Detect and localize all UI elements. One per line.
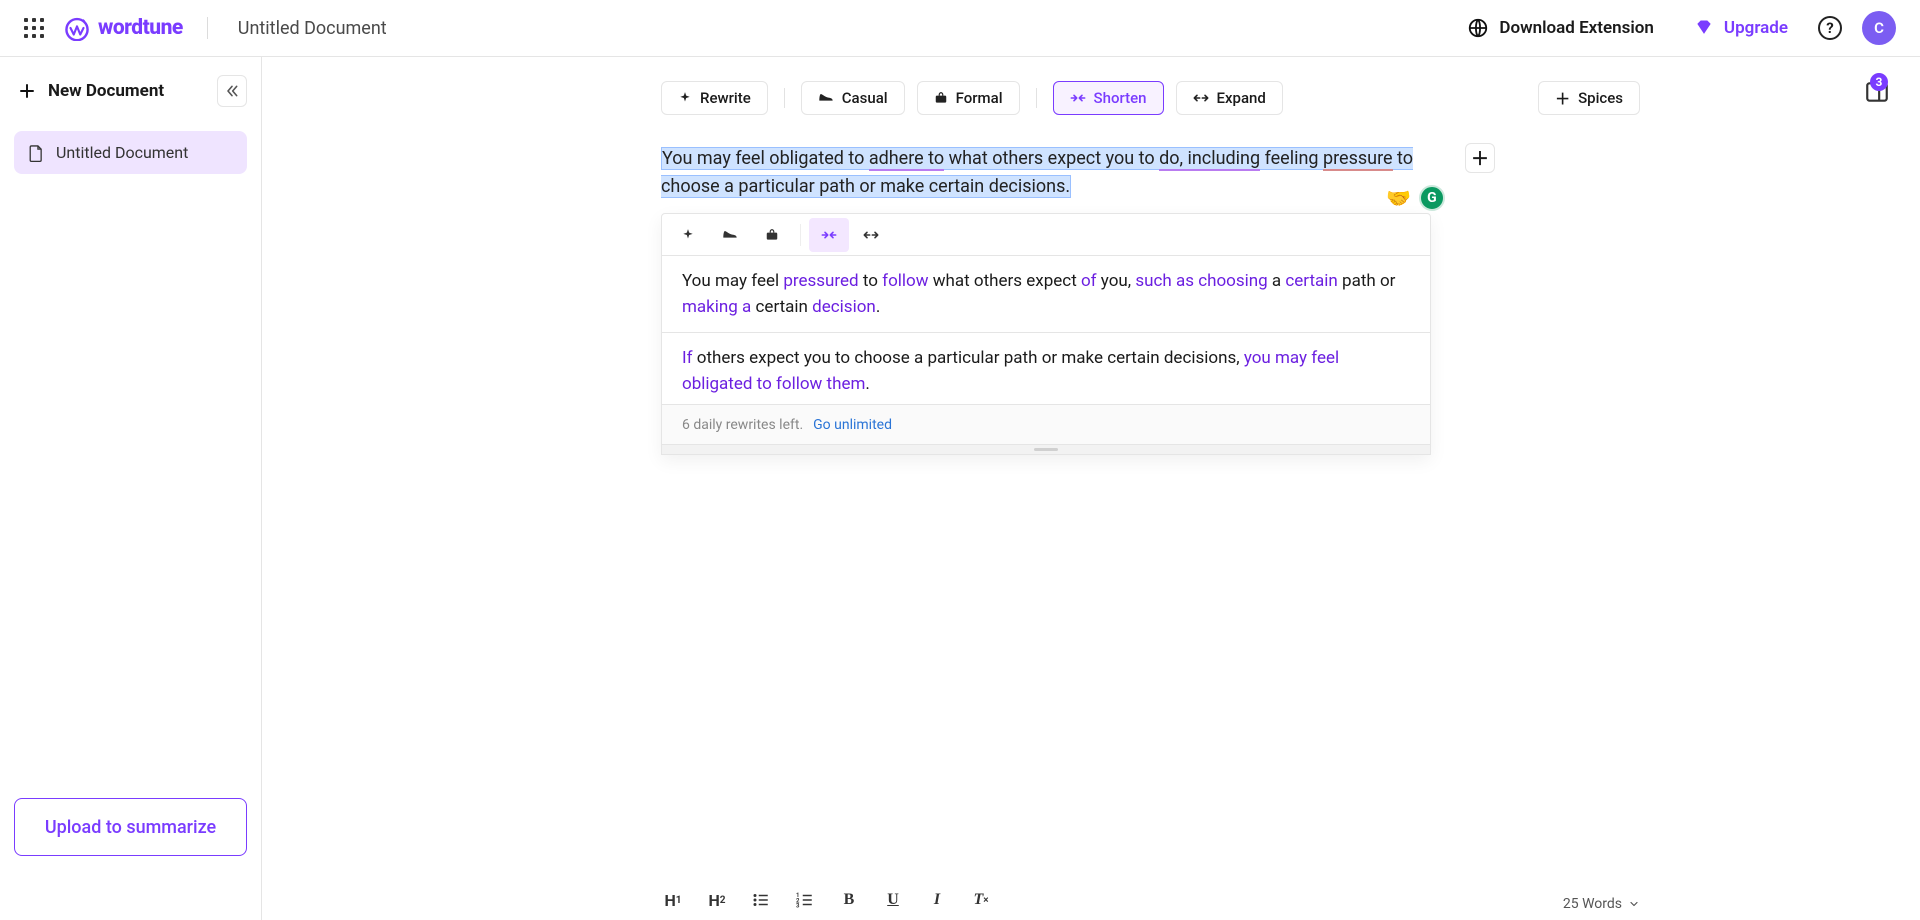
spices-button[interactable]: ＋ Spices <box>1538 81 1640 115</box>
diamond-icon <box>1694 18 1714 38</box>
help-button[interactable]: ? <box>1818 16 1842 40</box>
divider <box>784 88 785 108</box>
rewrite-toolbar: Rewrite Casual Formal Shorten Expand <box>661 81 1283 115</box>
sneaker-icon <box>722 229 738 241</box>
globe-icon <box>1467 17 1489 39</box>
panel-rewrite-button[interactable] <box>668 218 708 252</box>
new-document-button[interactable]: New Document <box>14 75 207 107</box>
add-block-button[interactable]: ＋ <box>1465 143 1495 173</box>
chevron-down-icon <box>1628 898 1640 910</box>
suggestions-panel: You may feel pressured to follow what ot… <box>661 213 1431 455</box>
shorten-icon <box>1070 92 1086 104</box>
document-icon <box>28 144 44 162</box>
shorten-icon <box>821 229 837 241</box>
briefcase-icon <box>765 228 779 242</box>
suggestion-list[interactable]: You may feel pressured to follow what ot… <box>662 256 1430 404</box>
download-extension-link[interactable]: Download Extension <box>1457 11 1664 45</box>
suggestion-item[interactable]: You may feel pressured to follow what ot… <box>662 256 1430 333</box>
panel-resize-handle[interactable] <box>662 444 1430 454</box>
bold-button[interactable]: B <box>837 888 861 912</box>
download-extension-label: Download Extension <box>1499 18 1654 38</box>
new-document-label: New Document <box>48 81 164 101</box>
handshake-icon[interactable]: 🤝 <box>1386 186 1411 210</box>
collapse-sidebar-button[interactable] <box>217 75 247 107</box>
sneaker-icon <box>818 92 834 104</box>
bullet-list-button[interactable] <box>749 888 773 912</box>
go-unlimited-link[interactable]: Go unlimited <box>813 417 892 433</box>
plus-icon <box>18 82 36 100</box>
upload-to-summarize-button[interactable]: Upload to summarize <box>14 798 247 856</box>
h1-button[interactable]: H1 <box>661 888 685 912</box>
expand-icon <box>1193 92 1209 104</box>
upgrade-link[interactable]: Upgrade <box>1684 12 1798 44</box>
sparkle-icon <box>681 228 695 242</box>
wordtune-logo-icon <box>64 15 90 41</box>
app-header: wordtune Untitled Document Download Exte… <box>0 0 1920 57</box>
extension-icons: 🤝 G <box>1386 185 1445 211</box>
brand-logo[interactable]: wordtune <box>64 15 183 41</box>
italic-button[interactable]: I <box>925 888 949 912</box>
selected-text[interactable]: You may feel obligated to adhere to what… <box>661 147 1413 198</box>
chevrons-left-icon <box>224 83 240 99</box>
divider <box>800 224 801 246</box>
suggestion-item[interactable]: If others expect you to choose a particu… <box>662 333 1430 404</box>
sidebar-document-label: Untitled Document <box>56 143 188 162</box>
panel-expand-button[interactable] <box>851 218 891 252</box>
svg-text:3: 3 <box>796 903 800 910</box>
underline-button[interactable]: U <box>881 888 905 912</box>
rewrite-button[interactable]: Rewrite <box>661 81 768 115</box>
rewrites-left-label: 6 daily rewrites left. <box>682 417 803 433</box>
numbered-list-button[interactable]: 123 <box>793 888 817 912</box>
briefcase-icon <box>934 91 948 105</box>
divider <box>1036 88 1037 108</box>
panel-footer: 6 daily rewrites left. Go unlimited <box>662 404 1430 444</box>
upgrade-label: Upgrade <box>1724 18 1788 38</box>
sparkle-icon <box>678 91 692 105</box>
panel-toggle-button[interactable]: 3 <box>1864 79 1890 109</box>
user-avatar[interactable]: C <box>1862 11 1896 45</box>
h2-button[interactable]: H2 <box>705 888 729 912</box>
clear-format-button[interactable]: T× <box>969 888 993 912</box>
divider <box>207 17 208 39</box>
shorten-button[interactable]: Shorten <box>1053 81 1164 115</box>
numbered-list-icon: 123 <box>796 891 814 909</box>
apps-grid-icon[interactable] <box>24 18 44 38</box>
suggestions-toolbar <box>662 214 1430 256</box>
expand-button[interactable]: Expand <box>1176 81 1283 115</box>
formal-button[interactable]: Formal <box>917 81 1020 115</box>
bullet-list-icon <box>752 891 770 909</box>
format-bar: H1 H2 123 B U I T× <box>661 880 1521 920</box>
expand-icon <box>863 229 879 241</box>
document-title[interactable]: Untitled Document <box>238 18 387 39</box>
panel-shorten-button[interactable] <box>809 218 849 252</box>
word-count[interactable]: 25 Words <box>1563 896 1640 912</box>
brand-name: wordtune <box>98 16 183 40</box>
panel-formal-button[interactable] <box>752 218 792 252</box>
sidebar: New Document Untitled Document Upload to… <box>0 57 262 920</box>
casual-button[interactable]: Casual <box>801 81 905 115</box>
panel-casual-button[interactable] <box>710 218 750 252</box>
grammarly-icon[interactable]: G <box>1419 185 1445 211</box>
sidebar-document-item[interactable]: Untitled Document <box>14 131 247 174</box>
editor-area: Rewrite Casual Formal Shorten Expand <box>262 57 1920 920</box>
badge-count: 3 <box>1870 73 1888 91</box>
document-content[interactable]: You may feel obligated to adhere to what… <box>661 145 1431 455</box>
